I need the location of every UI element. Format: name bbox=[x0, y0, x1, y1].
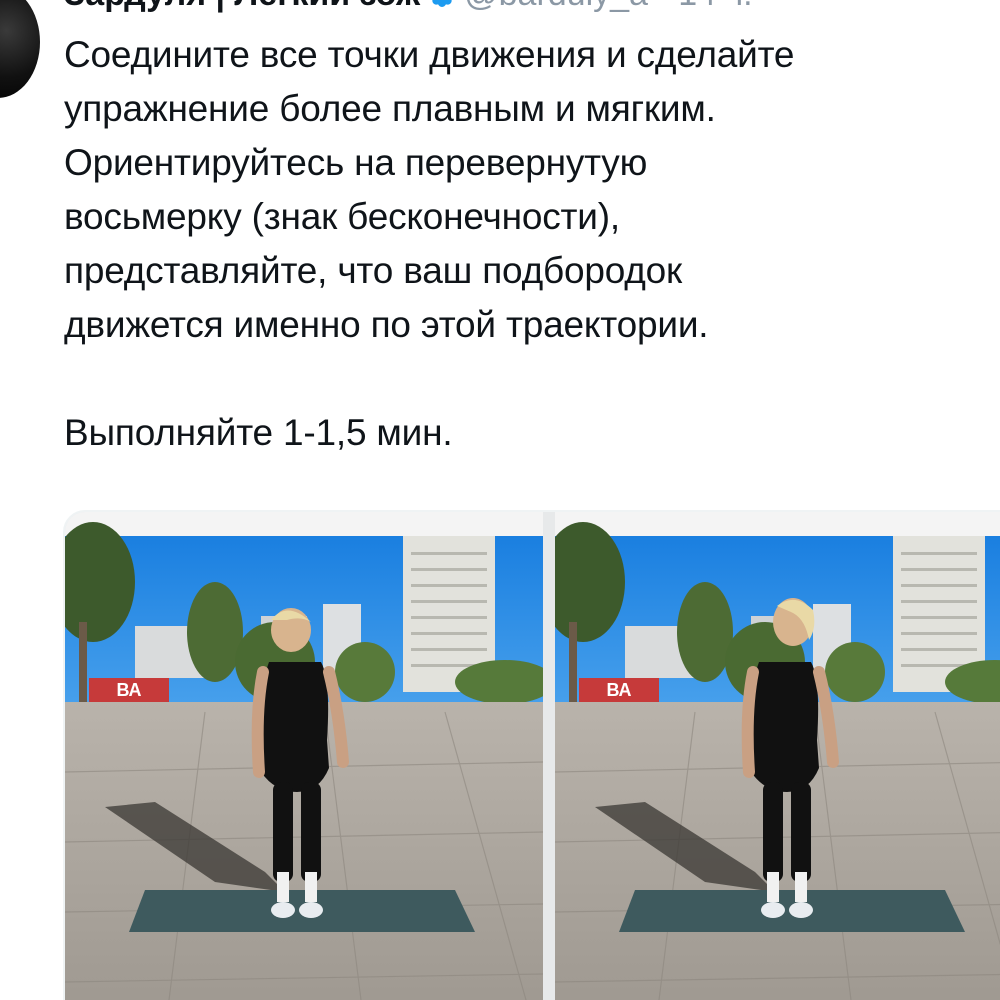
media-photo-1[interactable]: ВА bbox=[65, 512, 543, 1000]
sign-text: ВА bbox=[116, 680, 141, 700]
photo-1-scene: ВА bbox=[65, 512, 543, 1000]
tweet-text-line: упражнение более плавным и мягким. bbox=[64, 88, 716, 129]
author-name[interactable]: Зардуля | Легкий зож bbox=[64, 0, 420, 13]
tweet-text-line: Соедините все точки движения и сделайте bbox=[64, 34, 795, 75]
tweet-text-line: представляйте, что ваш подбородок bbox=[64, 250, 683, 291]
photo-2-scene: ВА bbox=[555, 512, 1000, 1000]
tweet-text-line: движется именно по этой траектории. bbox=[64, 304, 709, 345]
author-handle[interactable]: @barduly_a bbox=[464, 0, 648, 13]
media-photo-2[interactable]: ВА bbox=[555, 512, 1000, 1000]
tweet-time[interactable]: 14 ч. bbox=[678, 0, 752, 13]
avatar[interactable]: ✦ bbox=[0, 0, 40, 98]
tweet-header: Зардуля | Легкий зож @barduly_a · 14 ч. bbox=[64, 0, 753, 14]
tweet-text-line: восьмерку (знак бесконечности), bbox=[64, 196, 620, 237]
tweet-text-line: Ориентируйтесь на перевернутую bbox=[64, 142, 648, 183]
tweet-text: Соедините все точки движения и сделайте … bbox=[64, 28, 994, 460]
separator-dot: · bbox=[657, 0, 668, 13]
verified-badge-icon bbox=[432, 0, 452, 7]
tweet-text-tail: Выполняйте 1-1,5 мин. bbox=[64, 412, 453, 453]
sign-text: ВА bbox=[606, 680, 631, 700]
tweet-media[interactable]: ВА ВА bbox=[63, 510, 1000, 1000]
